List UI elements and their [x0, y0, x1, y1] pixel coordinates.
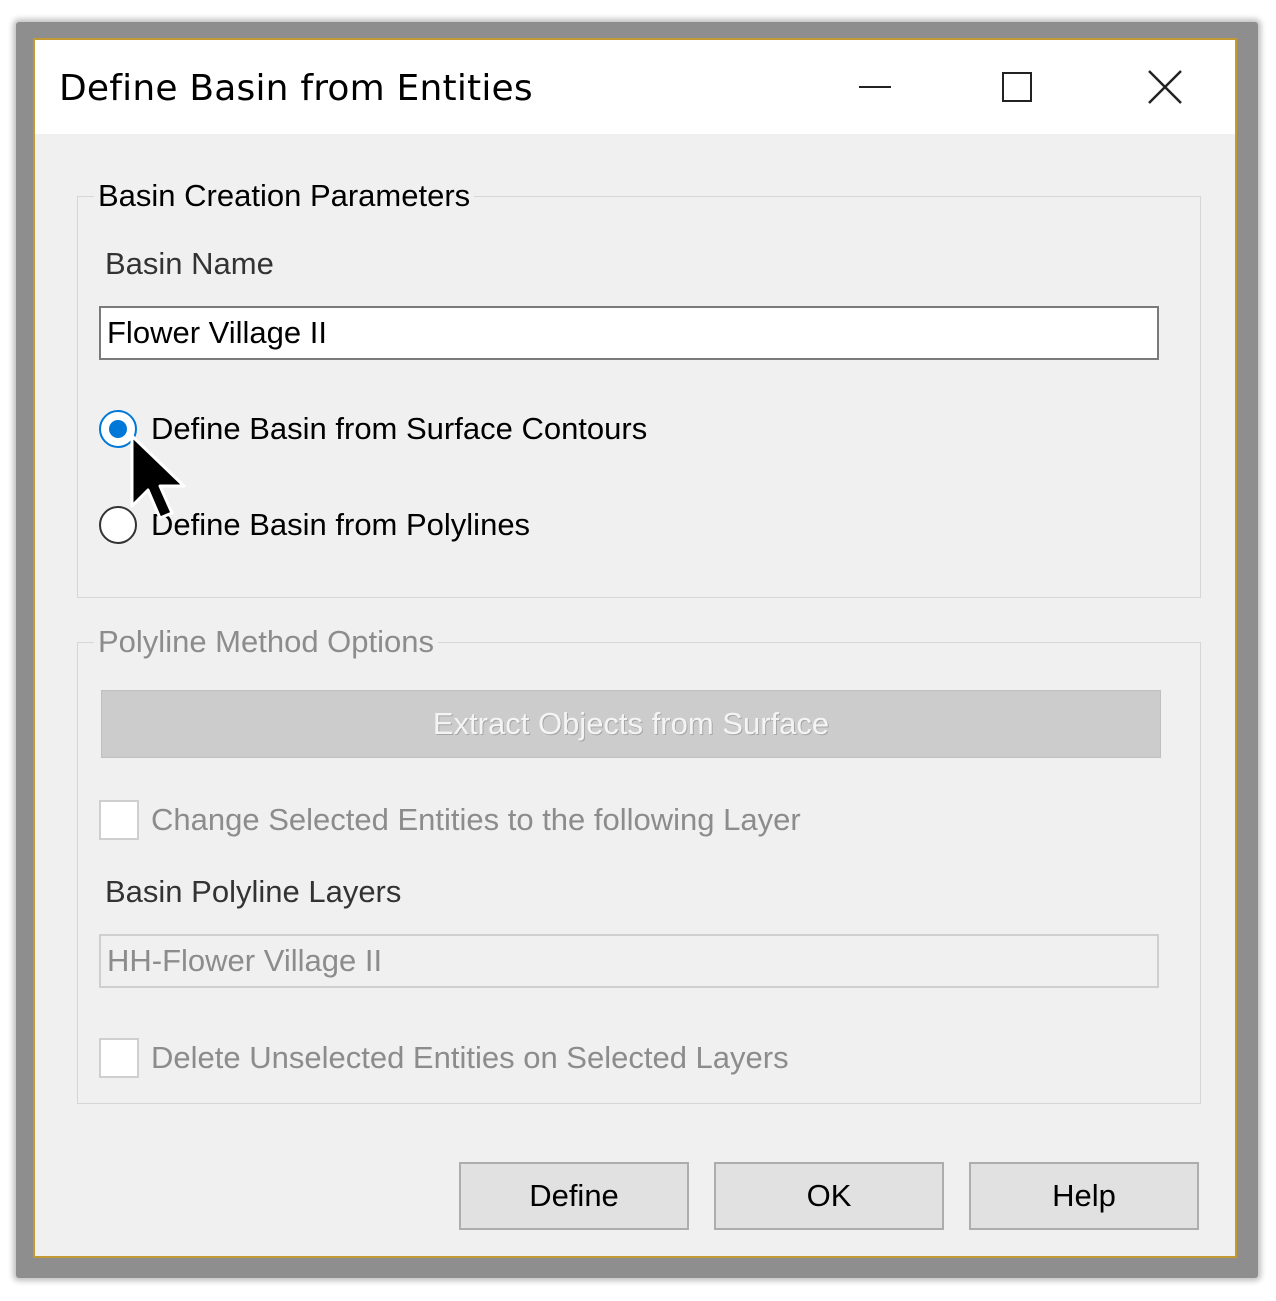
- basin-polyline-layers-input[interactable]: [99, 934, 1159, 988]
- ok-button[interactable]: OK: [714, 1162, 944, 1230]
- title-bar[interactable]: Define Basin from Entities: [35, 40, 1235, 134]
- basin-name-input[interactable]: [99, 306, 1159, 360]
- polyline-options-legend: Polyline Method Options: [98, 624, 435, 659]
- basin-polyline-layers-label: Basin Polyline Layers: [105, 874, 402, 909]
- delete-unselected-label: Delete Unselected Entities on Selected L…: [151, 1040, 789, 1075]
- change-layer-checkbox[interactable]: [99, 800, 139, 840]
- close-button[interactable]: [1105, 40, 1225, 134]
- window-title: Define Basin from Entities: [59, 68, 533, 109]
- basin-creation-legend: Basin Creation Parameters: [98, 178, 471, 213]
- delete-unselected-checkbox[interactable]: [99, 1038, 139, 1078]
- maximize-button[interactable]: [957, 40, 1077, 134]
- change-layer-label: Change Selected Entities to the followin…: [151, 802, 801, 837]
- minimize-button[interactable]: [815, 40, 935, 134]
- close-icon: [1148, 70, 1182, 104]
- dialog-window: Define Basin from Entities Basin Creatio…: [33, 38, 1237, 1258]
- minimize-icon: [859, 86, 891, 88]
- maximize-icon: [1002, 72, 1032, 102]
- delete-unselected-checkbox-row[interactable]: Delete Unselected Entities on Selected L…: [99, 1038, 789, 1078]
- radio-polylines-label: Define Basin from Polylines: [151, 507, 531, 542]
- change-layer-checkbox-row[interactable]: Change Selected Entities to the followin…: [99, 800, 801, 840]
- help-button[interactable]: Help: [969, 1162, 1199, 1230]
- basin-name-label: Basin Name: [105, 246, 274, 281]
- radio-surface-contours-label: Define Basin from Surface Contours: [151, 411, 648, 446]
- define-button[interactable]: Define: [459, 1162, 689, 1230]
- extract-objects-button[interactable]: Extract Objects from Surface: [101, 690, 1161, 758]
- mouse-cursor-icon: [130, 434, 186, 520]
